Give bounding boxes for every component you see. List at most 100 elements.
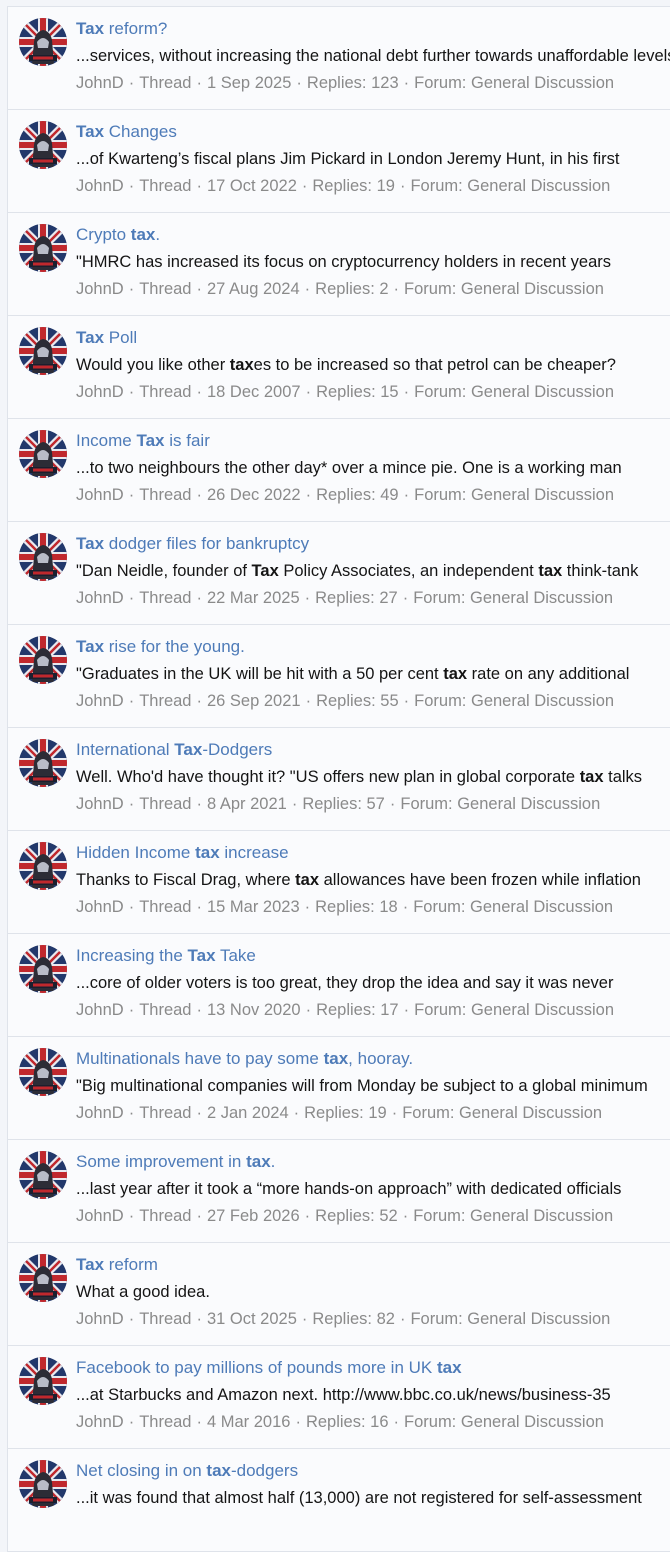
result-content: Tax Poll Would you like other taxes to b… bbox=[76, 327, 670, 403]
result-forum-link[interactable]: Forum: General Discussion bbox=[402, 1104, 602, 1122]
result-author-link[interactable]: JohnD bbox=[76, 74, 124, 92]
result-meta: JohnD · Thread · 26 Dec 2022 · Replies: 49 · For… bbox=[76, 486, 615, 504]
result-title-link[interactable]: Tax reform? bbox=[76, 18, 670, 40]
result-forum-link[interactable]: Forum: General Discussion bbox=[414, 74, 614, 92]
result-title-link[interactable]: Some improvement in tax. bbox=[76, 1151, 670, 1173]
result-content: Tax reform What a good idea. JohnD · Threa… bbox=[76, 1254, 670, 1330]
result-author-link[interactable]: JohnD bbox=[76, 589, 124, 607]
avatar[interactable] bbox=[19, 1357, 67, 1405]
result-title-link[interactable]: International Tax-Dodgers bbox=[76, 739, 670, 761]
avatar[interactable] bbox=[19, 636, 67, 684]
result-snippet: ...it was found that almost half (13,000… bbox=[76, 1489, 642, 1507]
result-replies: Replies: 16 bbox=[305, 1413, 389, 1431]
result-replies: Replies: 17 bbox=[316, 1001, 399, 1019]
result-title-link[interactable]: Tax Poll bbox=[76, 327, 670, 349]
result-meta: JohnD · Thread · 27 Feb 2026 · Replies: 52 · For… bbox=[76, 1207, 614, 1225]
result-snippet: Thanks to Fiscal Drag, where tax allowan… bbox=[76, 871, 641, 889]
avatar[interactable] bbox=[19, 842, 67, 890]
result-forum-link[interactable]: Forum: General Discussion bbox=[404, 1413, 604, 1431]
result-content: Tax rise for the young. "Graduates in th… bbox=[76, 636, 670, 712]
search-result: Tax reform What a good idea. JohnD · Threa… bbox=[8, 1243, 670, 1346]
search-term-highlight: tax bbox=[130, 225, 156, 244]
result-meta: JohnD · Thread · 2 Jan 2024 · Replies: 19 · Foru… bbox=[76, 1104, 603, 1122]
result-author-link[interactable]: JohnD bbox=[76, 486, 124, 504]
result-forum-link[interactable]: Forum: General Discussion bbox=[410, 177, 610, 195]
search-term-highlight: Tax bbox=[187, 946, 216, 965]
result-title-link[interactable]: Tax dodger files for bankruptcy bbox=[76, 533, 670, 555]
result-forum-link[interactable]: Forum: General Discussion bbox=[400, 795, 600, 813]
result-author-link[interactable]: JohnD bbox=[76, 1310, 124, 1328]
avatar[interactable] bbox=[19, 1460, 67, 1508]
result-replies: Replies: 15 bbox=[316, 383, 399, 401]
avatar[interactable] bbox=[19, 18, 67, 66]
result-title-link[interactable]: Facebook to pay millions of pounds more … bbox=[76, 1357, 670, 1379]
result-author-link[interactable]: JohnD bbox=[76, 1001, 124, 1019]
result-snippet: "Dan Neidle, founder of Tax Policy Assoc… bbox=[76, 562, 639, 580]
result-author-link[interactable]: JohnD bbox=[76, 692, 124, 710]
result-author-link[interactable]: JohnD bbox=[76, 280, 124, 298]
search-term-highlight: Tax bbox=[76, 122, 105, 141]
result-author-link[interactable]: JohnD bbox=[76, 795, 124, 813]
result-title-link[interactable]: Net closing in on tax-dodgers bbox=[76, 1460, 670, 1482]
result-forum-link[interactable]: Forum: General Discussion bbox=[413, 589, 613, 607]
avatar[interactable] bbox=[19, 121, 67, 169]
result-author-link[interactable]: JohnD bbox=[76, 383, 124, 401]
search-term-highlight: tax bbox=[195, 843, 220, 862]
result-title-link[interactable]: Tax reform bbox=[76, 1254, 670, 1276]
result-replies: Replies: 57 bbox=[302, 795, 385, 813]
result-title-link[interactable]: Tax rise for the young. bbox=[76, 636, 670, 658]
search-term-highlight: Tax bbox=[136, 431, 165, 450]
avatar[interactable] bbox=[19, 739, 67, 787]
avatar[interactable] bbox=[19, 533, 67, 581]
search-result: Net closing in on tax-dodgers ...it was … bbox=[8, 1449, 670, 1552]
result-date: 22 Mar 2025 bbox=[206, 589, 300, 607]
result-author-link[interactable]: JohnD bbox=[76, 1207, 124, 1225]
result-meta: JohnD · Thread · 1 Sep 2025 · Replies: 123 · For… bbox=[76, 74, 615, 92]
avatar[interactable] bbox=[19, 1048, 67, 1096]
result-type: Thread bbox=[139, 1207, 192, 1225]
avatar[interactable] bbox=[19, 1254, 67, 1302]
result-title-link[interactable]: Increasing the Tax Take bbox=[76, 945, 670, 967]
result-type: Thread bbox=[139, 795, 192, 813]
result-author-link[interactable]: JohnD bbox=[76, 177, 124, 195]
result-forum-link[interactable]: Forum: General Discussion bbox=[413, 1207, 613, 1225]
result-title-link[interactable]: Multinationals have to pay some tax, hoo… bbox=[76, 1048, 670, 1070]
result-content: Tax dodger files for bankruptcy "Dan Nei… bbox=[76, 533, 670, 609]
result-author-link[interactable]: JohnD bbox=[76, 1104, 124, 1122]
result-content: Multinationals have to pay some tax, hoo… bbox=[76, 1048, 670, 1124]
result-title-link[interactable]: Crypto tax. bbox=[76, 224, 670, 246]
result-forum-link[interactable]: Forum: General Discussion bbox=[413, 898, 613, 916]
search-term-highlight: tax bbox=[295, 871, 320, 889]
avatar[interactable] bbox=[19, 224, 67, 272]
result-forum-link[interactable]: Forum: General Discussion bbox=[414, 1001, 614, 1019]
avatar[interactable] bbox=[19, 430, 67, 478]
result-forum-link[interactable]: Forum: General Discussion bbox=[414, 486, 614, 504]
result-meta: JohnD · Thread · 18 Dec 2007 · Replies: 15 · For… bbox=[76, 383, 615, 401]
avatar[interactable] bbox=[19, 327, 67, 375]
avatar[interactable] bbox=[19, 945, 67, 993]
search-term-highlight: tax bbox=[436, 1358, 462, 1377]
result-replies: Replies: 18 bbox=[315, 898, 398, 916]
result-snippet: What a good idea. bbox=[76, 1283, 210, 1301]
result-forum-link[interactable]: Forum: General Discussion bbox=[404, 280, 604, 298]
result-date: 4 Mar 2016 bbox=[206, 1413, 291, 1431]
result-title-link[interactable]: Tax Changes bbox=[76, 121, 670, 143]
result-snippet: Well. Who'd have thought it? "US offers … bbox=[76, 768, 643, 786]
result-forum-link[interactable]: Forum: General Discussion bbox=[414, 383, 614, 401]
result-snippet: "HMRC has increased its focus on cryptoc… bbox=[76, 253, 611, 271]
result-type: Thread bbox=[139, 383, 192, 401]
result-title-link[interactable]: Hidden Income tax increase bbox=[76, 842, 670, 864]
result-date: 27 Feb 2026 bbox=[206, 1207, 300, 1225]
avatar[interactable] bbox=[19, 1151, 67, 1199]
result-date: 26 Sep 2021 bbox=[206, 692, 301, 710]
search-term-highlight: Tax bbox=[174, 740, 203, 759]
result-title-link[interactable]: Income Tax is fair bbox=[76, 430, 670, 452]
result-replies: Replies: 82 bbox=[312, 1310, 395, 1328]
result-meta: JohnD · Thread · 27 Aug 2024 · Replies: 2 · Foru… bbox=[76, 280, 604, 298]
result-author-link[interactable]: JohnD bbox=[76, 898, 124, 916]
result-forum-link[interactable]: Forum: General Discussion bbox=[410, 1310, 610, 1328]
result-author-link[interactable]: JohnD bbox=[76, 1413, 124, 1431]
result-forum-link[interactable]: Forum: General Discussion bbox=[414, 692, 614, 710]
result-content: Facebook to pay millions of pounds more … bbox=[76, 1357, 670, 1433]
result-meta: JohnD · Thread · 8 Apr 2021 · Replies: 57 · Foru… bbox=[76, 795, 601, 813]
